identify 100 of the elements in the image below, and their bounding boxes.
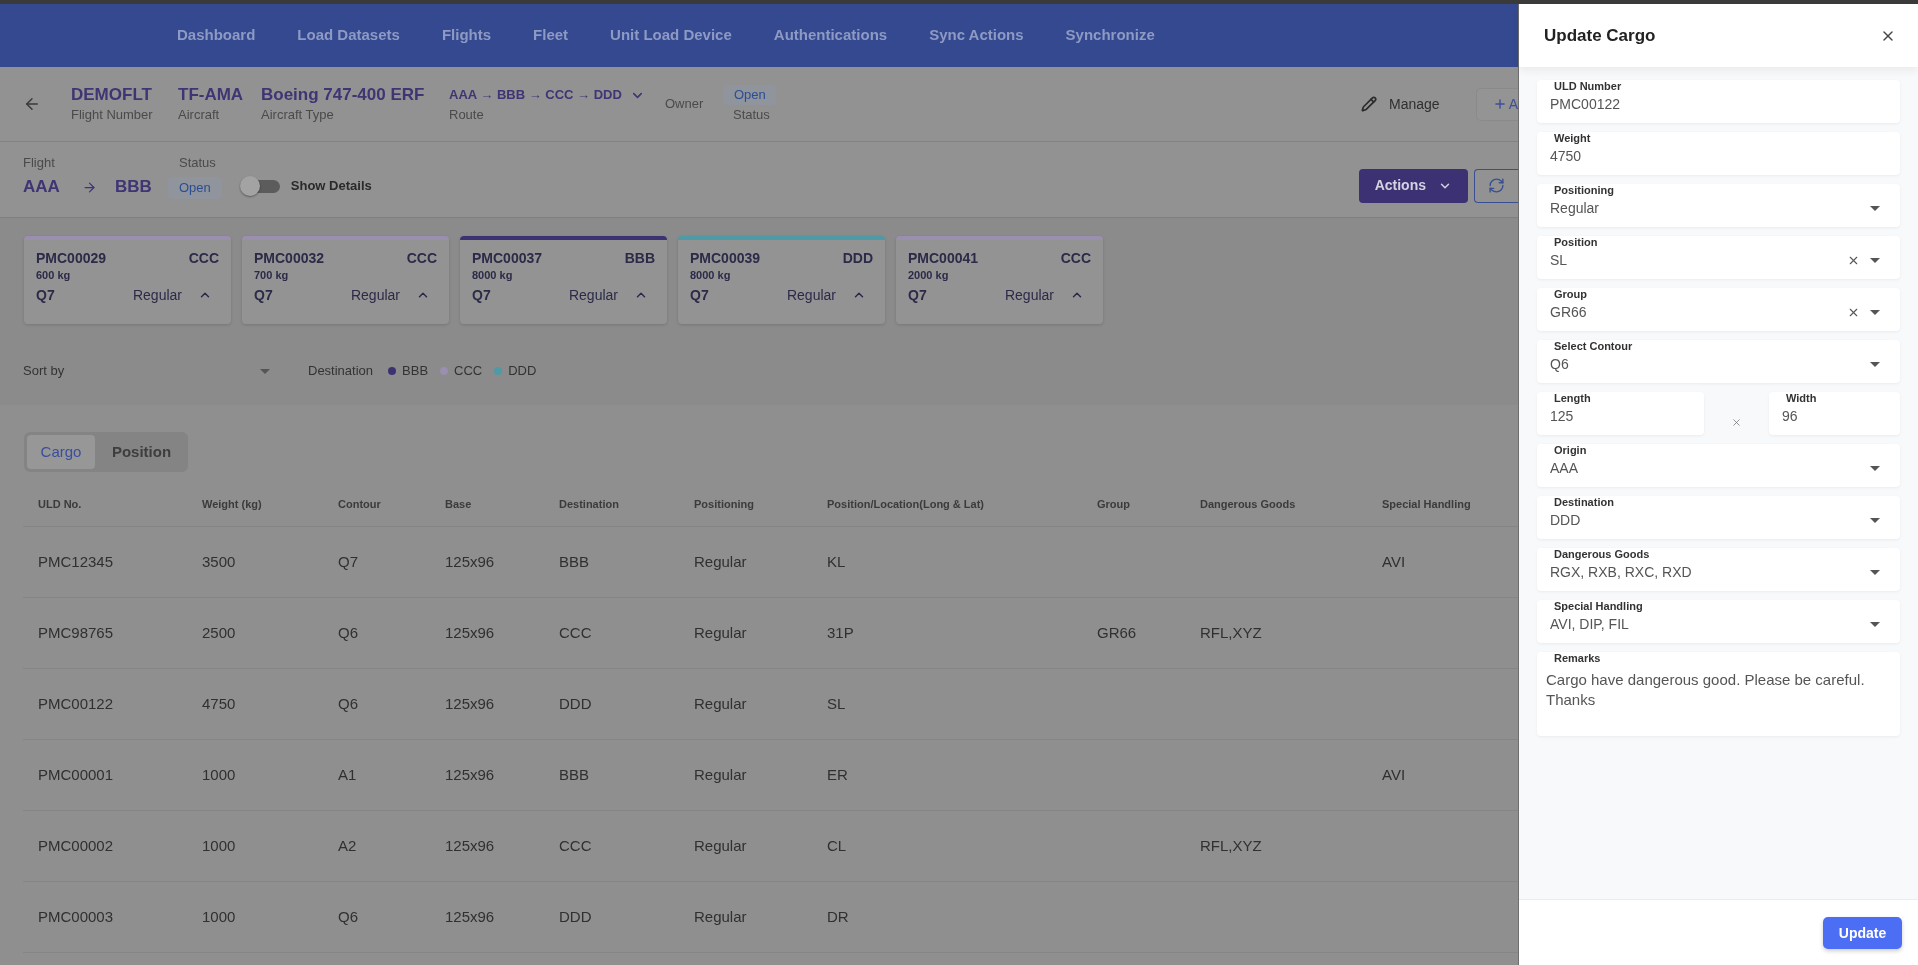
detail-value: TF-AMA (178, 84, 245, 106)
detail-value: Boeing 747-400 ERF (261, 84, 426, 106)
table-cell-text: DDD (559, 693, 592, 714)
select-field[interactable]: Origin AAA (1537, 444, 1900, 487)
sort-by-select[interactable]: Sort by (23, 361, 272, 381)
caret-down-icon[interactable] (1870, 518, 1880, 523)
column-header: Destination (559, 496, 620, 512)
table-cell-text: Q6 (338, 906, 358, 927)
table-cell-text: RFL,XYZ (1200, 835, 1262, 856)
text-field[interactable]: Width 96 (1769, 392, 1900, 435)
field-label: Remarks (1553, 652, 1602, 664)
table-cell-text: AVI (1382, 551, 1406, 572)
field-label: Length (1553, 392, 1592, 404)
table-cell-text: Q6 (338, 622, 358, 643)
tab[interactable]: Position (98, 435, 185, 469)
weight-text: 8000 kg (690, 268, 732, 282)
table-cell-text: CCC (559, 835, 592, 856)
actions-button[interactable]: Actions (1358, 168, 1468, 203)
nav-link[interactable]: Sync Actions (929, 24, 1024, 47)
select-field[interactable]: Special Handling AVI, DIP, FIL (1537, 600, 1900, 643)
positioning-text: Regular (350, 285, 400, 305)
column-header: Dangerous Goods (1200, 496, 1297, 512)
contour-code: Q7 (908, 285, 928, 305)
table-cell-text: 3500 (202, 551, 236, 572)
drawer-title: Update Cargo (1544, 24, 1656, 47)
destination-code: CCC (1060, 248, 1091, 268)
table-cell-text: 31P (827, 622, 854, 643)
nav-link[interactable]: Synchronize (1065, 24, 1155, 47)
text-field[interactable]: Weight 4750 (1537, 132, 1900, 175)
detail-caption: Status (732, 105, 771, 124)
toggle-label: Show Details (290, 176, 372, 195)
column-header: Special Handling (1382, 496, 1472, 512)
nav-link[interactable]: Unit Load Device (610, 24, 732, 47)
table-cell-text: Regular (694, 693, 747, 714)
uld-card[interactable]: PMC00037 BBB 8000 kg Q7 Regular (460, 236, 667, 324)
table-cell-text: 1000 (202, 835, 236, 856)
tab[interactable]: Cargo (27, 435, 95, 469)
uld-number: PMC00039 (690, 248, 761, 268)
table-cell-text: 1000 (202, 906, 236, 927)
uld-card[interactable]: PMC00029 CCC 600 kg Q7 Regular (24, 236, 231, 324)
table-cell-text: GR66 (1097, 622, 1137, 643)
select-field[interactable]: Destination DDD (1537, 496, 1900, 539)
column-header: ULD No. (38, 496, 83, 512)
select-field[interactable]: Select Contour Q6 (1537, 340, 1900, 383)
text-field[interactable]: ULD Number PMC00122 (1537, 80, 1900, 123)
manage-button[interactable]: Manage (1353, 88, 1448, 120)
caret-down-icon[interactable] (1870, 206, 1880, 211)
uld-card[interactable]: PMC00041 CCC 2000 kg Q7 Regular (896, 236, 1103, 324)
field-label: Dangerous Goods (1553, 548, 1651, 560)
table-cell-text: Regular (694, 551, 747, 572)
table-cell-text: CL (827, 835, 847, 856)
table-cell-text: SL (827, 693, 846, 714)
select-field[interactable]: Group GR66 (1537, 288, 1900, 331)
caret-down-icon[interactable] (1870, 570, 1880, 575)
table-cell-text: PMC00003 (38, 906, 114, 927)
nav-link[interactable]: Flights (441, 24, 492, 47)
text-field[interactable]: Length 125 (1537, 392, 1704, 435)
field-label: Destination (1553, 496, 1615, 508)
caret-down-icon[interactable] (1870, 466, 1880, 471)
caret-down-icon[interactable] (1870, 362, 1880, 367)
table-cell-text: BBB (559, 764, 589, 785)
select-field[interactable]: Positioning Regular (1537, 184, 1900, 227)
table-cell-text: PMC00002 (38, 835, 114, 856)
uld-number: PMC00041 (908, 248, 979, 268)
weight-text: 2000 kg (908, 268, 950, 282)
clear-icon[interactable] (1847, 306, 1860, 319)
table-cell-text: ER (827, 764, 848, 785)
table-cell-text: 125x96 (445, 835, 495, 856)
weight-text: 600 kg (36, 268, 72, 282)
positioning-text: Regular (786, 285, 836, 305)
table-cell-text: KL (827, 551, 846, 572)
origin-code: AAA (23, 176, 61, 199)
table-cell-text: Regular (694, 906, 747, 927)
nav-link[interactable]: Load Datasets (297, 24, 400, 47)
table-cell-text: 2500 (202, 622, 236, 643)
uld-number: PMC00029 (36, 248, 107, 268)
nav-link[interactable]: Authentications (773, 24, 888, 47)
table-cell-text: 125x96 (445, 764, 495, 785)
column-header: Base (445, 496, 473, 512)
add-button[interactable]: A (1475, 87, 1518, 121)
caret-down-icon[interactable] (1870, 622, 1880, 627)
table-cell-text: Q7 (338, 551, 358, 572)
uld-card[interactable]: PMC00032 CCC 700 kg Q7 Regular (242, 236, 449, 324)
update-button[interactable]: Update (1823, 917, 1902, 949)
clear-icon[interactable] (1847, 254, 1860, 267)
nav-link[interactable]: Dashboard (177, 24, 256, 47)
caret-down-icon[interactable] (1870, 258, 1880, 263)
table-cell-text: RFL,XYZ (1200, 622, 1262, 643)
show-details-toggle[interactable] (239, 175, 280, 196)
text-area[interactable]: Remarks Cargo have dangerous good. Please be careful. Thanks (1537, 652, 1900, 736)
table-cell-text: PMC98765 (38, 622, 114, 643)
table-cell-text: PMC00001 (38, 764, 114, 785)
select-field[interactable]: Position SL (1537, 236, 1900, 279)
positioning-text: Regular (132, 285, 182, 305)
nav-link[interactable]: Fleet (533, 24, 569, 47)
column-header: Position/Location(Long & Lat) (827, 496, 986, 512)
caret-down-icon[interactable] (1870, 310, 1880, 315)
select-field[interactable]: Dangerous Goods RGX, RXB, RXC, RXD (1537, 548, 1900, 591)
uld-card[interactable]: PMC00039 DDD 8000 kg Q7 Regular (678, 236, 885, 324)
table-cell-text: 4750 (202, 693, 236, 714)
